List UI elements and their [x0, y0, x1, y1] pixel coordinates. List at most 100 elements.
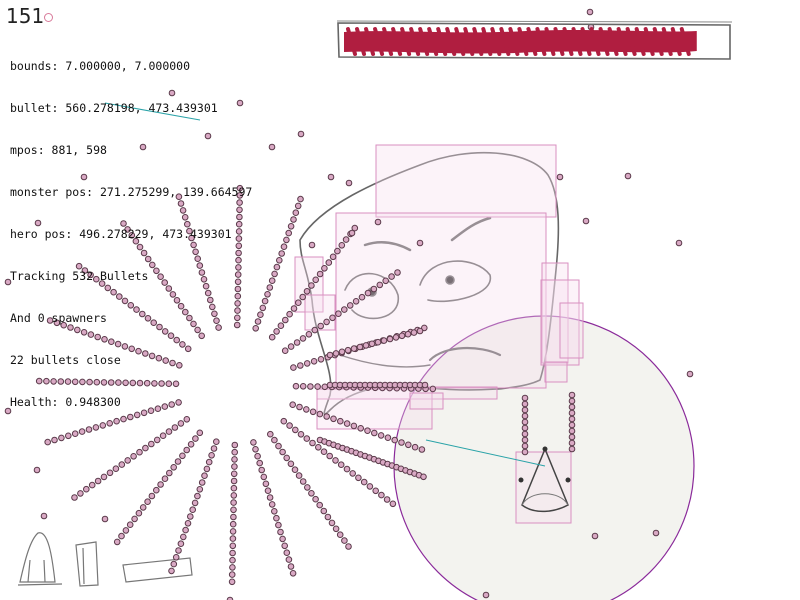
- bullet: [180, 533, 187, 541]
- bullet: [229, 542, 237, 550]
- bullet: [410, 329, 418, 336]
- bullet: [273, 263, 281, 271]
- bullet: [418, 446, 426, 453]
- bullet: [521, 442, 529, 450]
- debug-overlay: bounds: 7.000000, 7.000000 bullet: 560.2…: [10, 31, 252, 423]
- bullet: [293, 339, 301, 346]
- bullet: [281, 347, 289, 355]
- bullet: [392, 334, 400, 341]
- bullet: [310, 358, 318, 365]
- bullet: [374, 218, 382, 226]
- bullet: [287, 343, 295, 350]
- bullet: [346, 302, 354, 309]
- bullet: [172, 554, 180, 561]
- bullet: [161, 475, 169, 483]
- bullet: [276, 257, 283, 264]
- bullet: [58, 434, 65, 442]
- bullet: [291, 466, 299, 474]
- bullet: [261, 297, 269, 305]
- bullet: [374, 338, 382, 346]
- bullet: [229, 528, 237, 535]
- bullet: [229, 520, 237, 528]
- bullet: [292, 382, 300, 390]
- bullet: [297, 362, 304, 369]
- bullet: [324, 513, 332, 521]
- bullet: [106, 469, 114, 477]
- bullet: [521, 424, 529, 432]
- bullet: [556, 173, 564, 181]
- bullet: [568, 427, 576, 435]
- bullet: [230, 484, 238, 492]
- bullet: [350, 422, 358, 430]
- bullet: [341, 306, 348, 313]
- bullet: [279, 448, 286, 456]
- bullet: [159, 432, 167, 440]
- bullet: [130, 453, 137, 460]
- bullet: [297, 130, 305, 138]
- bullet: [371, 429, 378, 437]
- bullet: [278, 250, 286, 257]
- bullet: [153, 436, 161, 444]
- bullet: [377, 432, 385, 439]
- bullet: [568, 391, 576, 399]
- bullet: [398, 439, 405, 446]
- bullet: [230, 499, 237, 506]
- bullet: [189, 506, 196, 514]
- bullet: [348, 229, 356, 237]
- bullet: [113, 538, 121, 546]
- bullet: [285, 556, 293, 563]
- bullet: [282, 316, 289, 324]
- bullet: [230, 477, 238, 485]
- bullet: [378, 491, 385, 499]
- bullet: [332, 525, 340, 533]
- bullet: [303, 406, 310, 413]
- bullet: [118, 532, 125, 540]
- bullet: [142, 444, 149, 452]
- hero-hitbox: [515, 451, 572, 524]
- bullet: [287, 223, 295, 230]
- bullet: [77, 490, 84, 497]
- bullet: [78, 428, 86, 435]
- bullet: [273, 514, 280, 522]
- bullet: [380, 337, 388, 344]
- bullet: [299, 335, 307, 342]
- bullet: [568, 439, 576, 447]
- bullet: [168, 567, 175, 575]
- bullet: [231, 456, 238, 463]
- bullet: [568, 397, 576, 405]
- bullet: [394, 269, 401, 276]
- bullet: [196, 429, 204, 437]
- bullet: [316, 410, 324, 418]
- bullet: [568, 445, 576, 453]
- bullet: [391, 436, 399, 444]
- bullet: [323, 413, 331, 420]
- bullet: [229, 564, 236, 571]
- bullet: [101, 515, 109, 523]
- bullet: [364, 427, 371, 435]
- bullet: [332, 350, 340, 357]
- bullet: [336, 531, 344, 539]
- bullet: [148, 440, 155, 448]
- bullet: [266, 494, 274, 501]
- debug-bullets-close: 22 bullets close: [10, 353, 121, 367]
- debug-spawners: And 0 spawners: [10, 311, 107, 325]
- bullet: [323, 318, 330, 326]
- bullet: [429, 385, 437, 393]
- bullet: [345, 179, 353, 187]
- frame-counter: 151: [6, 4, 45, 28]
- bullet: [582, 217, 590, 225]
- bullet: [337, 461, 345, 469]
- bullet: [203, 465, 211, 473]
- bullet: [335, 310, 342, 318]
- bullet: [71, 494, 78, 501]
- bullet: [326, 351, 334, 359]
- bullet: [521, 418, 529, 426]
- bullet: [83, 485, 90, 493]
- bullet: [100, 473, 108, 481]
- bullet: [208, 452, 215, 459]
- bullet: [262, 480, 270, 488]
- bullet: [368, 340, 376, 348]
- bullet: [85, 426, 93, 433]
- bullet: [330, 415, 337, 423]
- bullet: [231, 441, 239, 449]
